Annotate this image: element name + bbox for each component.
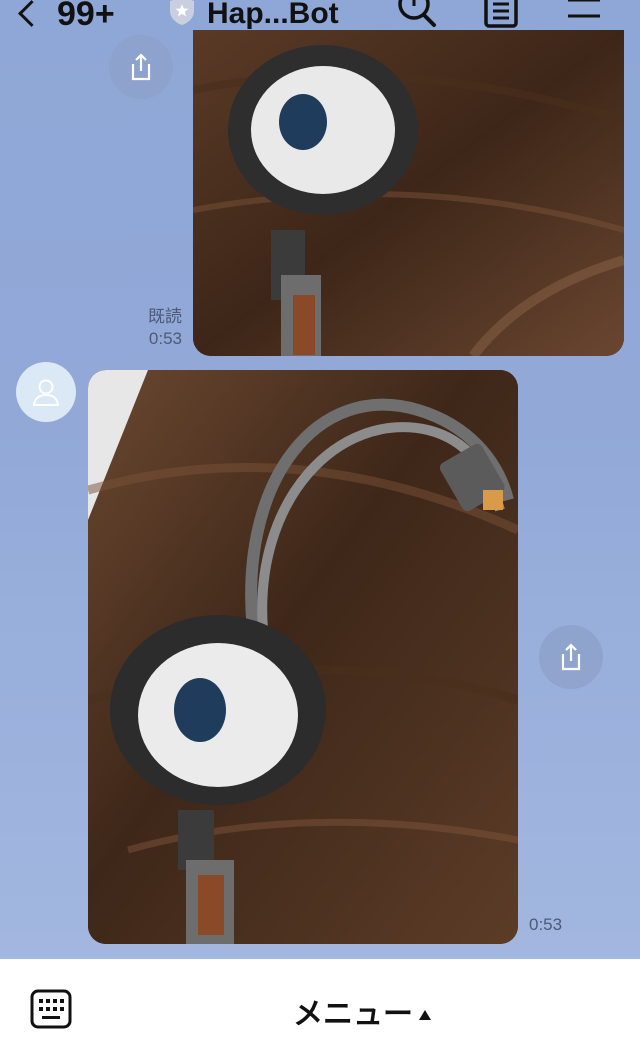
timestamp: 0:53 <box>148 329 182 348</box>
cable-photo <box>88 370 518 944</box>
sent-image[interactable] <box>193 30 624 356</box>
triangle-up-icon <box>419 1010 431 1020</box>
cable-photo <box>193 30 624 356</box>
keyboard-icon[interactable] <box>30 989 72 1029</box>
read-label: 既読 <box>148 307 182 326</box>
shield-icon <box>170 0 194 25</box>
received-image[interactable] <box>88 370 518 944</box>
notes-icon[interactable] <box>484 0 518 30</box>
menu-label: メニュー <box>293 998 413 1031</box>
chevron-left-icon <box>18 0 45 27</box>
avatar[interactable] <box>16 362 76 422</box>
search-icon[interactable] <box>396 0 438 30</box>
share-button[interactable] <box>539 625 603 689</box>
share-icon <box>131 53 151 81</box>
back-button[interactable]: 99+ <box>18 0 115 36</box>
menu-button[interactable]: メニュー <box>293 989 431 1033</box>
unread-count: 99+ <box>57 0 115 33</box>
message-meta: 既読 0:53 <box>120 306 182 350</box>
share-button[interactable] <box>109 35 173 99</box>
user-icon <box>32 379 60 406</box>
bottom-bar: メニュー <box>0 959 640 1061</box>
menu-icon[interactable] <box>566 0 602 28</box>
timestamp: 0:53 <box>529 915 563 934</box>
share-icon <box>561 643 581 671</box>
